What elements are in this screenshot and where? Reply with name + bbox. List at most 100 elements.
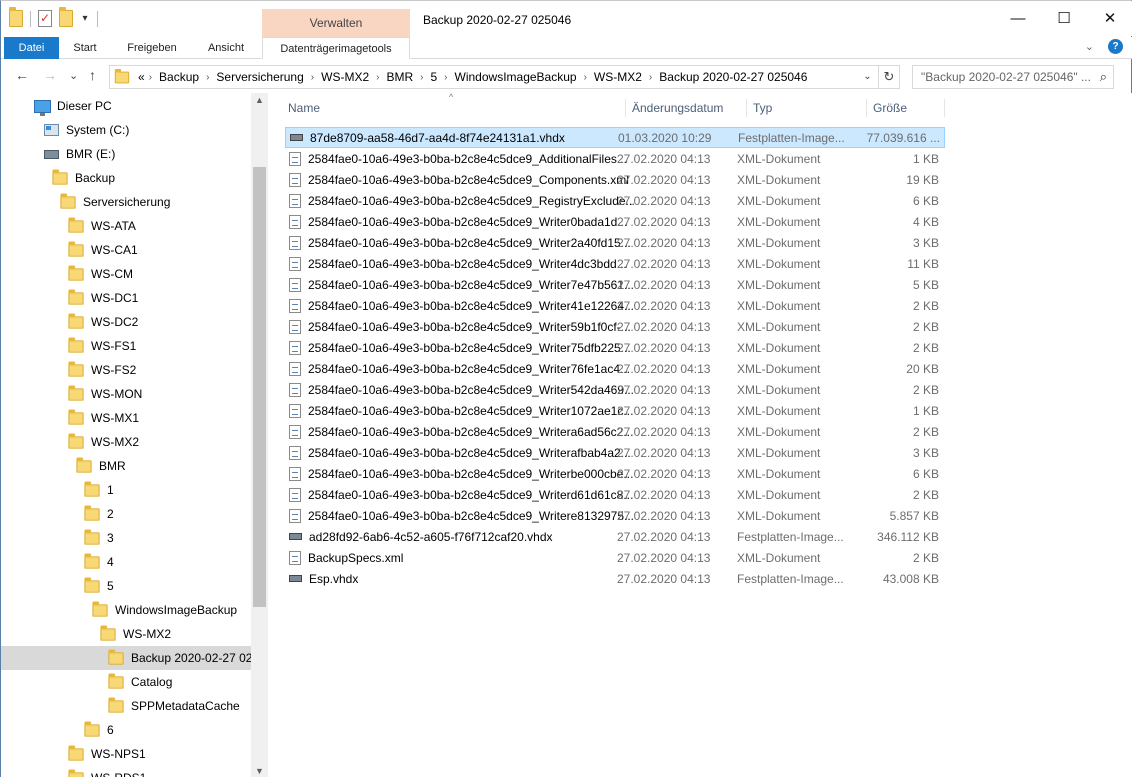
breadcrumb-separator[interactable]: › — [206, 72, 209, 83]
tree-item[interactable]: SPPMetadataCache — [1, 694, 251, 718]
breadcrumb-separator[interactable]: › — [649, 72, 652, 83]
tree-item[interactable]: WS-MX2 — [1, 430, 251, 454]
file-row[interactable]: 2584fae0-10a6-49e3-b0ba-b2c8e4c5dce9_Wri… — [285, 316, 945, 337]
tree-item[interactable]: 3 — [1, 526, 251, 550]
tree-item[interactable]: BMR — [1, 454, 251, 478]
breadcrumb-separator[interactable]: › — [311, 72, 314, 83]
file-row[interactable]: 2584fae0-10a6-49e3-b0ba-b2c8e4c5dce9_Wri… — [285, 463, 945, 484]
file-row[interactable]: 2584fae0-10a6-49e3-b0ba-b2c8e4c5dce9_Wri… — [285, 253, 945, 274]
file-row[interactable]: ad28fd92-6ab6-4c52-a605-f76f712caf20.vhd… — [285, 526, 945, 547]
address-bar[interactable]: « › Backup › Serversicherung › WS-MX2 › … — [109, 65, 900, 89]
tree-item[interactable]: BMR (E:) — [1, 142, 251, 166]
forward-button[interactable]: → — [43, 67, 57, 83]
tab-disk-image-tools[interactable]: Datenträgerimagetools — [262, 37, 410, 59]
breadcrumb-item[interactable]: Backup 2020-02-27 025046 — [659, 70, 807, 84]
tree-item[interactable]: WS-FS1 — [1, 334, 251, 358]
column-header-type[interactable]: Typ — [747, 99, 867, 117]
file-row[interactable]: 2584fae0-10a6-49e3-b0ba-b2c8e4c5dce9_Wri… — [285, 358, 945, 379]
file-row[interactable]: 2584fae0-10a6-49e3-b0ba-b2c8e4c5dce9_Wri… — [285, 274, 945, 295]
file-row[interactable]: 2584fae0-10a6-49e3-b0ba-b2c8e4c5dce9_Wri… — [285, 484, 945, 505]
breadcrumb-item[interactable]: Backup — [159, 70, 199, 84]
tree-item[interactable]: 5 — [1, 574, 251, 598]
tree-item[interactable]: Backup — [1, 166, 251, 190]
tree-item[interactable]: WS-CA1 — [1, 238, 251, 262]
recent-locations-button[interactable]: ⌄ — [69, 69, 78, 82]
breadcrumb-overflow[interactable]: « — [138, 70, 145, 84]
breadcrumb-separator[interactable]: › — [149, 72, 152, 83]
file-row[interactable]: 2584fae0-10a6-49e3-b0ba-b2c8e4c5dce9_Wri… — [285, 295, 945, 316]
properties-icon[interactable]: ✓ — [38, 10, 52, 27]
tree-item[interactable]: 6 — [1, 718, 251, 742]
breadcrumb-item[interactable]: 5 — [430, 70, 437, 84]
file-row[interactable]: 2584fae0-10a6-49e3-b0ba-b2c8e4c5dce9_Wri… — [285, 337, 945, 358]
tab-home[interactable]: Start — [59, 37, 111, 59]
back-button[interactable]: ← — [15, 67, 29, 83]
breadcrumb-item[interactable]: WindowsImageBackup — [455, 70, 577, 84]
file-row[interactable]: 2584fae0-10a6-49e3-b0ba-b2c8e4c5dce9_Wri… — [285, 505, 945, 526]
file-row[interactable]: 2584fae0-10a6-49e3-b0ba-b2c8e4c5dce9_Wri… — [285, 442, 945, 463]
scroll-down-icon[interactable]: ▼ — [251, 766, 268, 776]
tree-item[interactable]: 2 — [1, 502, 251, 526]
tree-item[interactable]: WS-ATA — [1, 214, 251, 238]
scrollbar-thumb[interactable] — [253, 167, 266, 607]
tree-item[interactable]: WS-NPS1 — [1, 742, 251, 766]
file-row[interactable]: 2584fae0-10a6-49e3-b0ba-b2c8e4c5dce9_Com… — [285, 169, 945, 190]
file-row[interactable]: 2584fae0-10a6-49e3-b0ba-b2c8e4c5dce9_Wri… — [285, 379, 945, 400]
tree-item[interactable]: WS-DC1 — [1, 286, 251, 310]
breadcrumb-item[interactable]: Serversicherung — [216, 70, 303, 84]
tree-item[interactable]: Serversicherung — [1, 190, 251, 214]
breadcrumb-item[interactable]: WS-MX2 — [321, 70, 369, 84]
tree-item[interactable]: Backup 2020-02-27 025046 — [1, 646, 251, 670]
folder-icon — [60, 192, 76, 209]
file-row[interactable]: Esp.vhdx 27.02.2020 04:13 Festplatten-Imag… — [285, 568, 945, 589]
breadcrumb-separator[interactable]: › — [376, 72, 379, 83]
tab-file[interactable]: Datei — [4, 37, 59, 59]
breadcrumb-item[interactable]: WS-MX2 — [594, 70, 642, 84]
file-row[interactable]: 2584fae0-10a6-49e3-b0ba-b2c8e4c5dce9_Wri… — [285, 421, 945, 442]
help-icon[interactable]: ? — [1108, 39, 1123, 54]
file-row[interactable]: 2584fae0-10a6-49e3-b0ba-b2c8e4c5dce9_Reg… — [285, 190, 945, 211]
breadcrumb-separator[interactable]: › — [420, 72, 423, 83]
tree-item[interactable]: WS-RDS1 — [1, 766, 251, 777]
new-folder-icon[interactable] — [59, 7, 73, 27]
tree-item[interactable]: WS-MON — [1, 382, 251, 406]
maximize-button[interactable]: ☐ — [1041, 1, 1087, 36]
tree-item[interactable]: Catalog — [1, 670, 251, 694]
tree-item[interactable]: WindowsImageBackup — [1, 598, 251, 622]
up-button[interactable]: ↑ — [89, 67, 96, 83]
breadcrumb-separator[interactable]: › — [584, 72, 587, 83]
close-button[interactable]: ✕ — [1087, 1, 1132, 36]
tree-item[interactable]: WS-CM — [1, 262, 251, 286]
file-row[interactable]: 2584fae0-10a6-49e3-b0ba-b2c8e4c5dce9_Wri… — [285, 211, 945, 232]
breadcrumb-item[interactable]: BMR — [386, 70, 413, 84]
file-size: 19 KB — [906, 172, 939, 187]
expand-ribbon-icon[interactable]: ⌄ — [1085, 40, 1094, 53]
tree-item[interactable]: WS-DC2 — [1, 310, 251, 334]
search-icon[interactable]: ⌕ — [1100, 69, 1107, 85]
search-input[interactable]: "Backup 2020-02-27 025046" ... ⌕ — [912, 65, 1114, 89]
file-row[interactable]: 2584fae0-10a6-49e3-b0ba-b2c8e4c5dce9_Add… — [285, 148, 945, 169]
customize-toolbar-icon[interactable]: ▾ — [80, 13, 90, 24]
tree-item[interactable]: Dieser PC — [1, 94, 251, 118]
tree-item[interactable]: 1 — [1, 478, 251, 502]
tree-item[interactable]: System (C:) — [1, 118, 251, 142]
tree-item[interactable]: WS-FS2 — [1, 358, 251, 382]
tree-item[interactable]: WS-MX2 — [1, 622, 251, 646]
minimize-button[interactable]: — — [995, 1, 1041, 36]
tree-scrollbar[interactable]: ▲ ▼ — [251, 93, 268, 777]
file-row[interactable]: 87de8709-aa58-46d7-aa4d-8f74e24131a1.vhd… — [285, 127, 945, 148]
tab-share[interactable]: Freigeben — [111, 37, 193, 59]
column-header-name[interactable]: Name — [282, 99, 626, 117]
column-header-size[interactable]: Größe — [867, 99, 945, 117]
address-dropdown-icon[interactable]: ⌄ — [857, 66, 879, 88]
scroll-up-icon[interactable]: ▲ — [251, 95, 268, 105]
file-row[interactable]: BackupSpecs.xml 27.02.2020 04:13 XML-Dokum… — [285, 547, 945, 568]
tree-item[interactable]: 4 — [1, 550, 251, 574]
breadcrumb-separator[interactable]: › — [444, 72, 447, 83]
tab-view[interactable]: Ansicht — [193, 37, 259, 59]
tree-item[interactable]: WS-MX1 — [1, 406, 251, 430]
file-row[interactable]: 2584fae0-10a6-49e3-b0ba-b2c8e4c5dce9_Wri… — [285, 400, 945, 421]
file-row[interactable]: 2584fae0-10a6-49e3-b0ba-b2c8e4c5dce9_Wri… — [285, 232, 945, 253]
column-header-date[interactable]: Änderungsdatum — [626, 99, 747, 117]
refresh-icon[interactable]: ↻ — [879, 66, 899, 88]
